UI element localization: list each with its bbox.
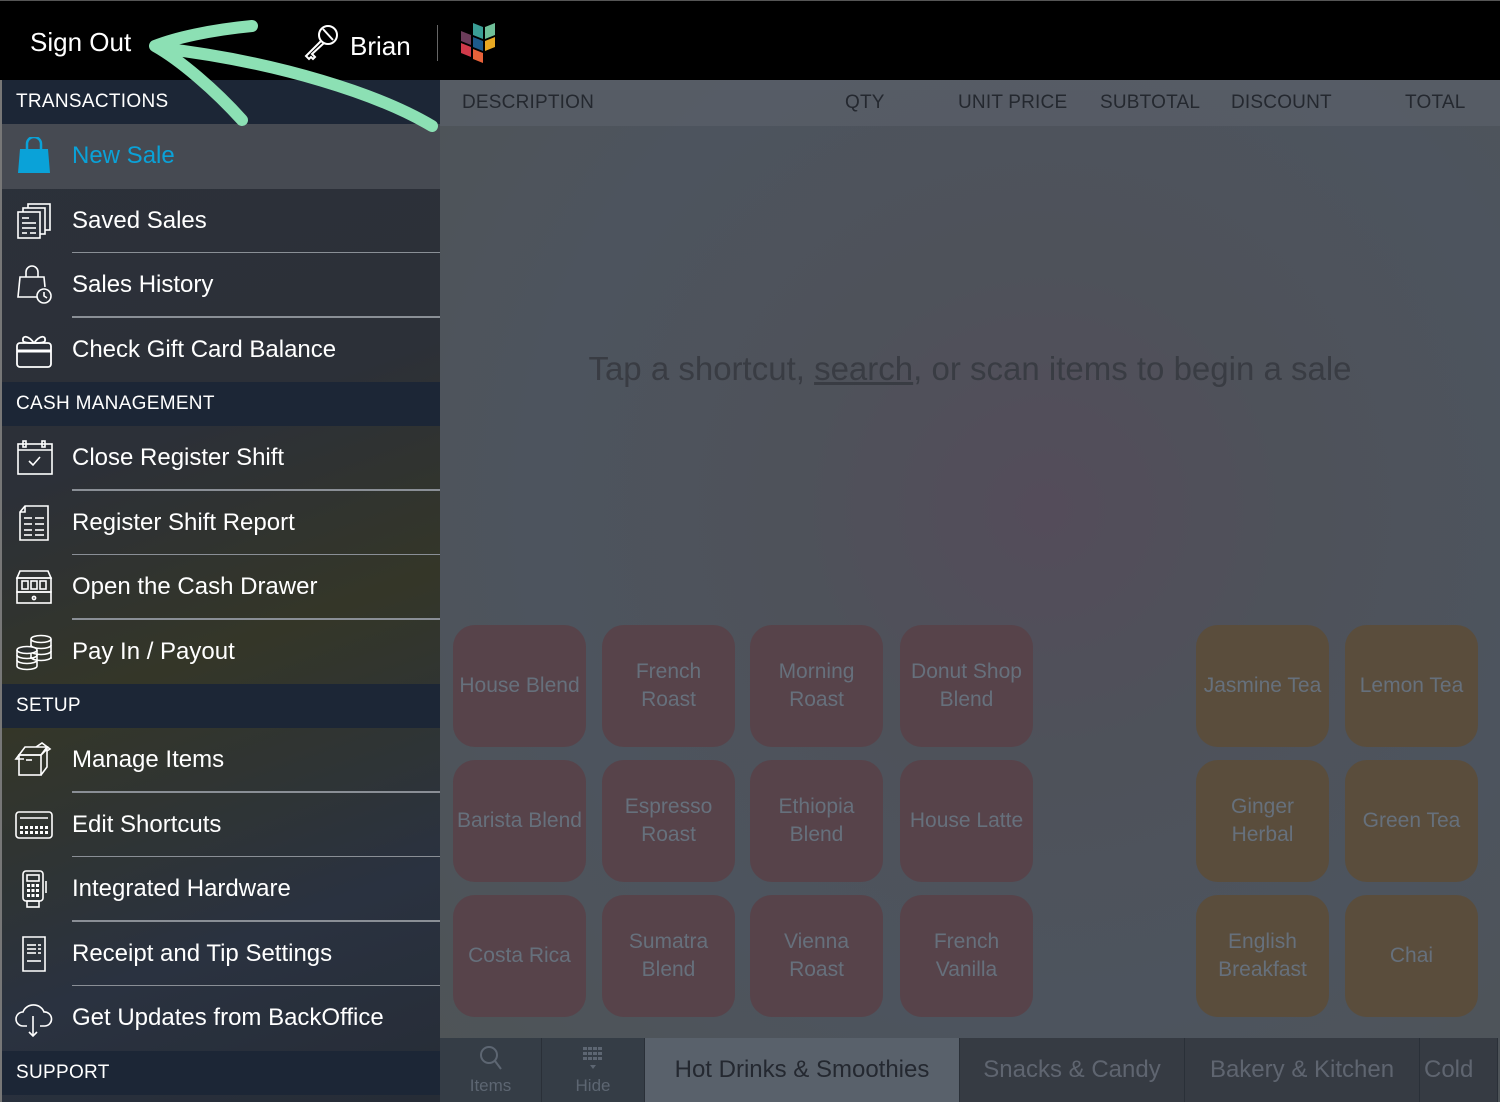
current-user[interactable]: Brian bbox=[302, 23, 411, 70]
sidebar-item-label: Integrated Hardware bbox=[72, 875, 291, 903]
shortcut-tile[interactable]: Green Tea bbox=[1345, 760, 1478, 882]
sidebar-item-label: Sales History bbox=[72, 271, 214, 299]
sidebar-item-label: New Sale bbox=[72, 142, 175, 170]
sidebar-item-label: Receipt and Tip Settings bbox=[72, 939, 333, 967]
shortcut-tile[interactable]: Barista Blend bbox=[453, 760, 586, 882]
shortcut-tile[interactable]: Sumatra Blend bbox=[602, 895, 735, 1017]
empty-message-text: Tap a shortcut, bbox=[588, 350, 815, 387]
coins-icon bbox=[14, 632, 54, 672]
user-name: Brian bbox=[350, 31, 411, 61]
tab-hot-drinks-smoothies[interactable]: Hot Drinks & Smoothies bbox=[645, 1038, 960, 1102]
section-header-support: SUPPORT bbox=[2, 1050, 440, 1095]
sidebar-item-label: Get Updates from BackOffice bbox=[72, 1004, 384, 1032]
shortcut-tile[interactable]: Donut Shop Blend bbox=[900, 625, 1033, 747]
sidebar-item-label: Saved Sales bbox=[72, 206, 207, 234]
calendar-check-icon bbox=[14, 438, 54, 478]
sidebar-item-register-shift-report[interactable]: Register Shift Report bbox=[2, 491, 440, 556]
sidebar-item-label: Pay In / Payout bbox=[72, 637, 235, 665]
sidebar-item-label: Edit Shortcuts bbox=[72, 810, 222, 838]
sidebar-item-label: Manage Items bbox=[72, 746, 225, 774]
shopping-bag-icon bbox=[14, 136, 54, 176]
sidebar-item-get-updates[interactable]: Get Updates from BackOffice bbox=[2, 986, 440, 1051]
shortcut-tile[interactable]: Vienna Roast bbox=[750, 895, 883, 1017]
saved-documents-icon bbox=[14, 201, 54, 241]
shortcut-tile[interactable]: French Roast bbox=[602, 625, 735, 747]
sidebar-item-manage-items[interactable]: Manage Items bbox=[2, 728, 440, 793]
top-bar-divider bbox=[437, 25, 438, 61]
keypad-icon bbox=[14, 805, 54, 845]
sidebar-item-edit-shortcuts[interactable]: Edit Shortcuts bbox=[2, 793, 440, 858]
gift-card-icon bbox=[14, 330, 54, 370]
cash-drawer-icon bbox=[14, 567, 54, 607]
sign-out-button[interactable]: Sign Out bbox=[30, 27, 131, 58]
empty-sale-message: Tap a shortcut, search, or scan items to… bbox=[440, 350, 1500, 388]
tab-bakery-kitchen[interactable]: Bakery & Kitchen bbox=[1185, 1038, 1420, 1102]
section-header-cash-management: CASH MANAGEMENT bbox=[2, 382, 440, 426]
column-description: DESCRIPTION bbox=[462, 92, 595, 113]
sidebar-item-check-gift-card-balance[interactable]: Check Gift Card Balance bbox=[2, 318, 440, 383]
column-qty: QTY bbox=[845, 92, 885, 113]
shortcut-tile[interactable]: English Breakfast bbox=[1196, 895, 1329, 1017]
shortcut-tile[interactable]: French Vanilla bbox=[900, 895, 1033, 1017]
sidebar-item-integrated-hardware[interactable]: Integrated Hardware bbox=[2, 857, 440, 922]
bag-clock-icon bbox=[14, 265, 54, 305]
shortcut-category-bar: Items Hide Hot Drinks & Smoothies Snacks… bbox=[440, 1038, 1500, 1102]
empty-message-text: , or scan items to begin a sale bbox=[913, 350, 1352, 387]
shortcut-tile[interactable]: House Blend bbox=[453, 625, 586, 747]
line-items-header: DESCRIPTION QTY UNIT PRICE SUBTOTAL DISC… bbox=[440, 80, 1500, 126]
column-total: TOTAL bbox=[1405, 92, 1466, 113]
search-icon bbox=[479, 1045, 503, 1076]
key-icon bbox=[302, 23, 340, 70]
shortcut-tile[interactable]: Chai bbox=[1345, 895, 1478, 1017]
column-unit-price: UNIT PRICE bbox=[958, 92, 1068, 113]
sidebar-item-saved-sales[interactable]: Saved Sales bbox=[2, 189, 440, 254]
top-bar: Sign Out Brian bbox=[0, 0, 1500, 80]
section-header-transactions: TRANSACTIONS bbox=[2, 80, 440, 124]
section-header-setup: SETUP bbox=[2, 684, 440, 728]
app-logo-icon bbox=[458, 21, 502, 65]
shortcut-tile[interactable]: Ginger Herbal bbox=[1196, 760, 1329, 882]
sidebar-item-receipt-and-tip-settings[interactable]: Receipt and Tip Settings bbox=[2, 922, 440, 987]
sidebar-item-label: Open the Cash Drawer bbox=[72, 573, 318, 601]
tab-cold[interactable]: Cold bbox=[1420, 1038, 1498, 1102]
keypad-hide-icon bbox=[581, 1045, 605, 1076]
column-subtotal: SUBTOTAL bbox=[1100, 92, 1201, 113]
hide-shortcuts-button[interactable]: Hide bbox=[542, 1038, 645, 1102]
items-search-button[interactable]: Items bbox=[440, 1038, 542, 1102]
shortcut-tile[interactable]: Lemon Tea bbox=[1345, 625, 1478, 747]
sale-panel: DESCRIPTION QTY UNIT PRICE SUBTOTAL DISC… bbox=[440, 80, 1500, 1102]
sidebar-item-pay-in-payout[interactable]: Pay In / Payout bbox=[2, 620, 440, 685]
sidebar-item-new-sale[interactable]: New Sale bbox=[2, 124, 440, 189]
shortcut-tile[interactable]: House Latte bbox=[900, 760, 1033, 882]
sidebar-item-label: Check Gift Card Balance bbox=[72, 335, 337, 363]
shortcut-tile[interactable]: Costa Rica bbox=[453, 895, 586, 1017]
receipt-icon bbox=[14, 934, 54, 974]
sidebar-item-sales-history[interactable]: Sales History bbox=[2, 253, 440, 318]
shortcut-tile[interactable]: Morning Roast bbox=[750, 625, 883, 747]
sidebar-menu: TRANSACTIONS New Sale Saved Sales Sales … bbox=[0, 80, 440, 1102]
open-box-icon bbox=[14, 740, 54, 780]
column-discount: DISCOUNT bbox=[1231, 92, 1332, 113]
sidebar-item-close-register-shift[interactable]: Close Register Shift bbox=[2, 426, 440, 491]
search-link[interactable]: search bbox=[814, 350, 913, 387]
tab-snacks-candy[interactable]: Snacks & Candy bbox=[960, 1038, 1185, 1102]
shortcut-tile[interactable]: Espresso Roast bbox=[602, 760, 735, 882]
shortcut-tile[interactable]: Ethiopia Blend bbox=[750, 760, 883, 882]
sidebar-item-label: Close Register Shift bbox=[72, 444, 285, 472]
sidebar-item-label: Register Shift Report bbox=[72, 508, 295, 536]
report-icon bbox=[14, 503, 54, 543]
card-terminal-icon bbox=[14, 869, 54, 909]
cloud-download-icon bbox=[14, 998, 54, 1038]
shortcut-tile[interactable]: Jasmine Tea bbox=[1196, 625, 1329, 747]
sidebar-item-open-cash-drawer[interactable]: Open the Cash Drawer bbox=[2, 555, 440, 620]
hide-button-label: Hide bbox=[575, 1075, 611, 1095]
items-button-label: Items bbox=[469, 1075, 512, 1095]
